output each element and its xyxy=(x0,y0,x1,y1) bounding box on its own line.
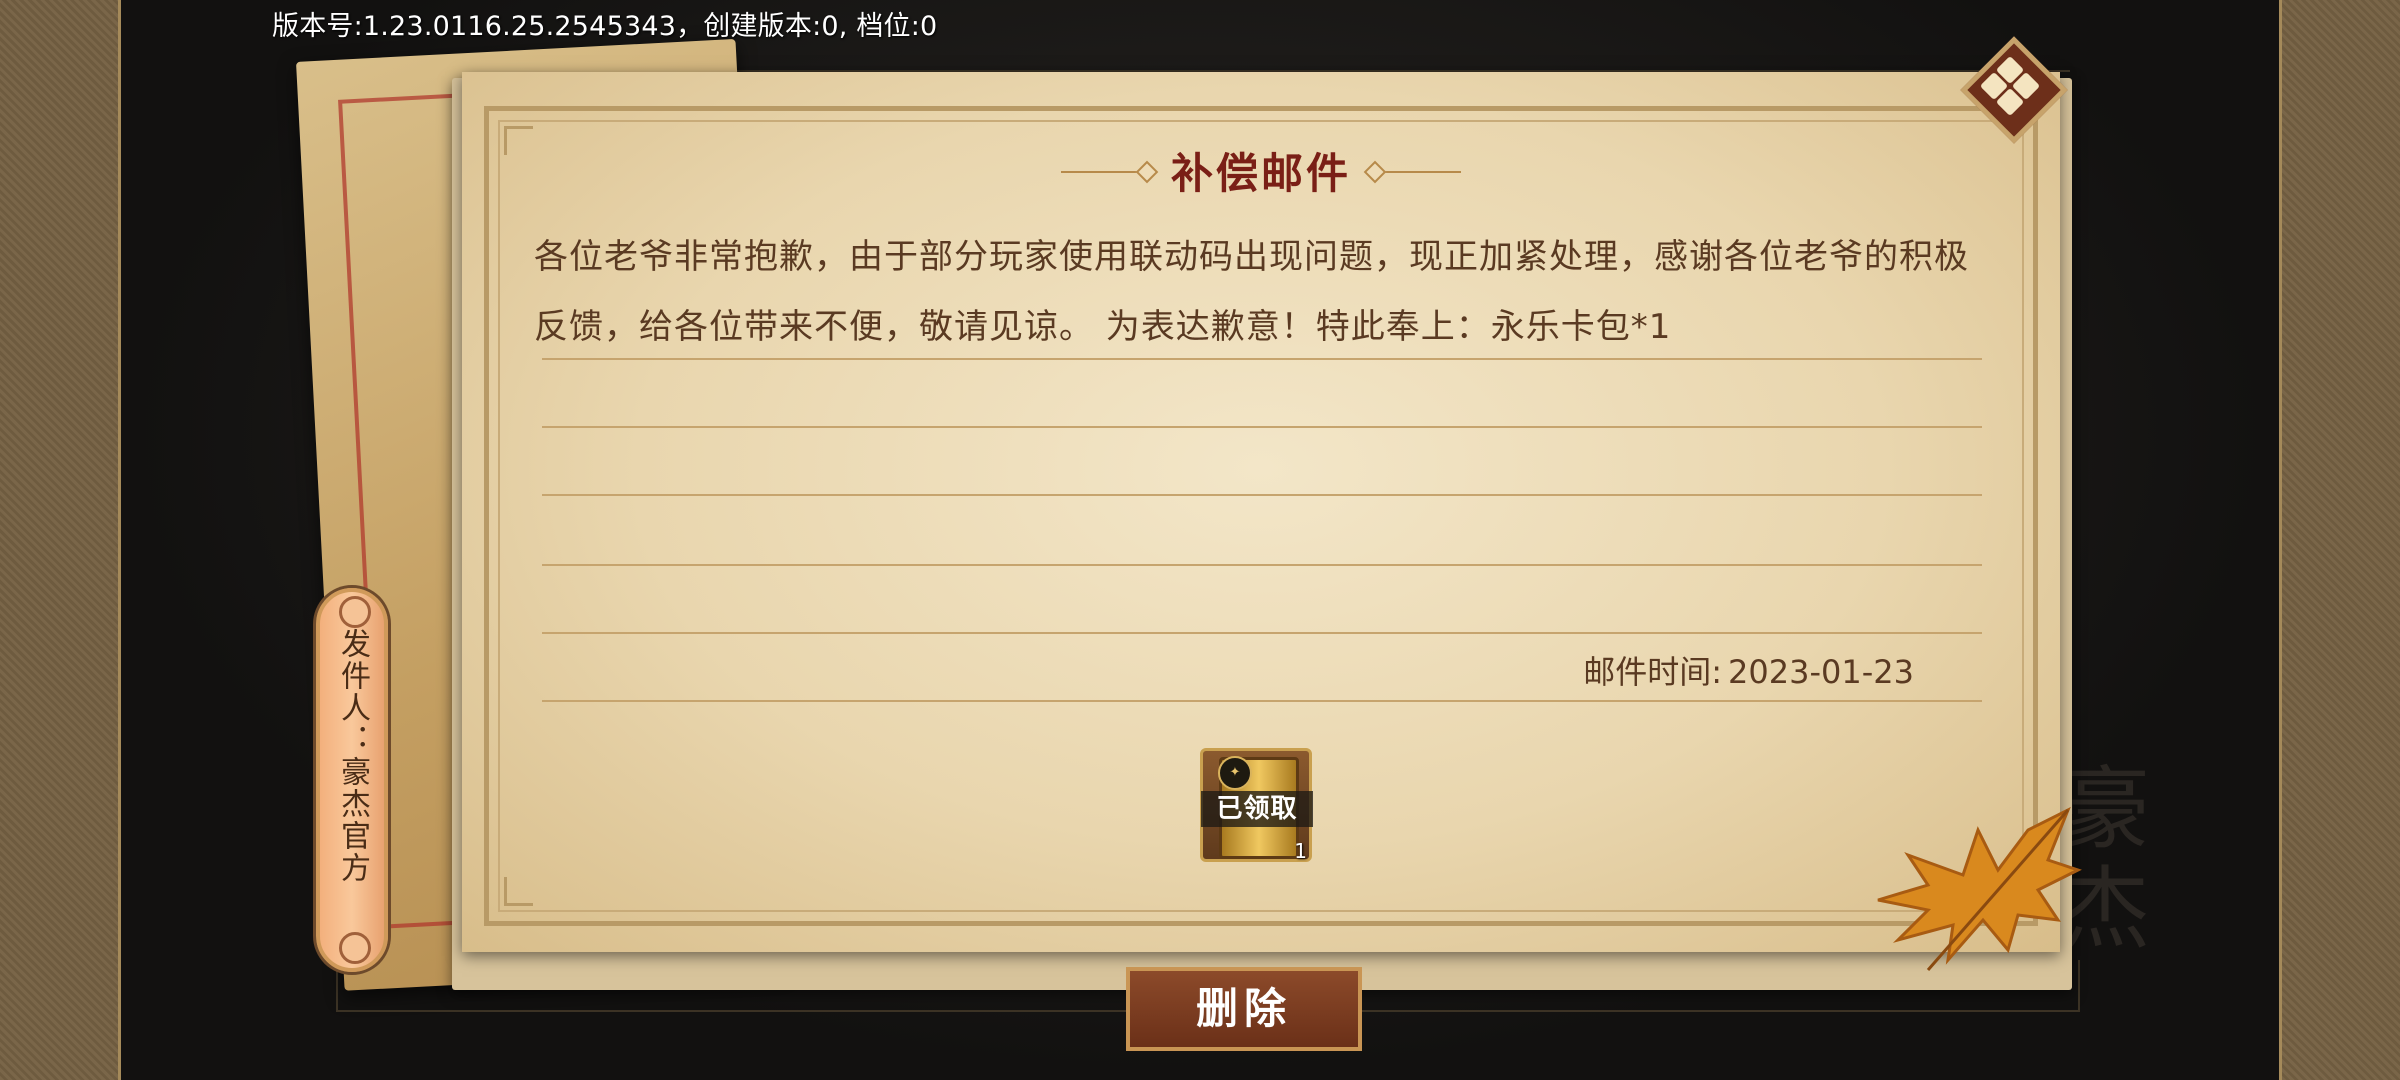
item-quantity: 1 xyxy=(1294,839,1307,863)
knob-icon xyxy=(339,932,371,964)
emblem-icon: ✦ xyxy=(1218,756,1252,790)
knob-icon xyxy=(339,596,371,628)
mail-body: 各位老爷非常抱歉，由于部分玩家使用联动码出现问题，现正加紧处理，感谢各位老爷的积… xyxy=(534,237,1969,347)
sender-tag: 发件人：豪杰官方 xyxy=(316,588,388,972)
attachment-item[interactable]: ✦ 已领取 1 xyxy=(1200,748,1313,863)
mail-title-text: 补偿邮件 xyxy=(1170,149,1351,198)
maple-leaf-icon xyxy=(1877,806,2082,971)
left-border xyxy=(0,0,121,1080)
mail-time-value: 2023-01-23 xyxy=(1728,653,1914,691)
right-border xyxy=(2279,0,2400,1080)
sender-label: 发件人：豪杰官方 xyxy=(335,628,370,884)
close-button[interactable] xyxy=(1960,36,2068,144)
corner-ornament xyxy=(504,877,533,906)
title-ornament-right xyxy=(1371,170,1461,173)
ruled-line xyxy=(542,632,1982,634)
close-icon xyxy=(1960,36,2068,144)
claimed-label: 已领取 xyxy=(1201,791,1313,827)
version-info: 版本号:1.23.0116.25.2545343，创建版本:0, 档位:0 xyxy=(272,11,938,42)
ruled-line xyxy=(542,426,1982,428)
ruled-line xyxy=(542,358,1982,360)
delete-button[interactable]: 删除 xyxy=(1126,967,1362,1051)
mail-title: 补偿邮件 xyxy=(1060,140,1461,201)
mail-paper: 补偿邮件 各位老爷非常抱歉，由于部分玩家使用联动码出现问题，现正加紧处理，感谢各… xyxy=(462,72,2060,952)
mail-time-label: 邮件时间: xyxy=(1583,653,1723,691)
ruled-line xyxy=(542,494,1982,496)
ruled-line xyxy=(542,564,1982,566)
title-ornament-left xyxy=(1060,170,1151,173)
mail-time: 邮件时间: 2023-01-23 xyxy=(1577,647,1914,693)
ruled-line xyxy=(542,700,1982,702)
